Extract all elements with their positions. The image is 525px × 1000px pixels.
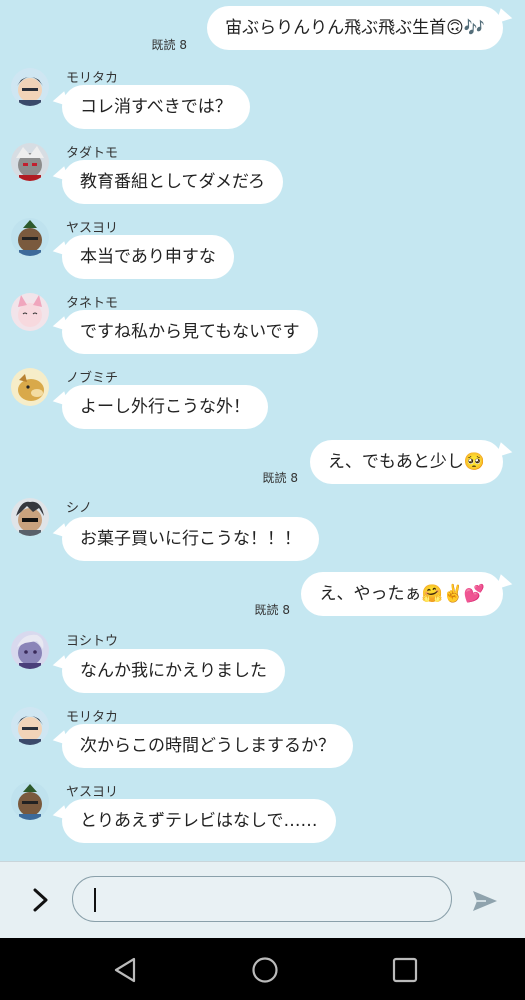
text-cursor xyxy=(94,888,96,912)
message-composer xyxy=(0,861,525,939)
sender-name: タダトモ xyxy=(66,146,119,161)
avatar[interactable] xyxy=(11,498,49,536)
system-navigation-bar xyxy=(0,938,525,1000)
message-text: ですね私から見てもないです xyxy=(80,322,300,342)
read-receipt: 既読 8 xyxy=(262,471,298,485)
sender-name: シノ xyxy=(66,501,93,516)
message-text: 教育番組としてダメだろ xyxy=(80,172,265,192)
message-bubble-incoming[interactable]: ですね私から見てもないです xyxy=(62,310,318,354)
message-bubble-outgoing[interactable]: え、でもあと少し🥺 xyxy=(309,440,503,484)
avatar[interactable] xyxy=(11,707,49,745)
message-text: とりあえずテレビはなしで…… xyxy=(80,811,318,831)
sender-name: タネトモ xyxy=(66,296,119,311)
avatar[interactable] xyxy=(11,218,49,256)
sender-name: ヨシトウ xyxy=(66,634,119,649)
message-bubble-incoming[interactable]: なんか我にかえりました xyxy=(62,649,285,693)
back-triangle-icon[interactable] xyxy=(112,956,140,984)
message-text: え、やったぁ🤗✌️💕 xyxy=(319,584,485,604)
avatar[interactable] xyxy=(11,631,49,669)
message-text: お菓子買いに行こうな！！！ xyxy=(80,529,301,549)
message-text: なんか我にかえりました xyxy=(80,661,267,681)
avatar[interactable] xyxy=(11,368,49,406)
message-bubble-incoming[interactable]: 次からこの時間どうしまするか？ xyxy=(62,724,353,768)
sender-name: ヤスヨリ xyxy=(66,785,119,800)
message-bubble-incoming[interactable]: とりあえずテレビはなしで…… xyxy=(62,799,336,843)
message-bubble-incoming[interactable]: コレ消すべきでは？ xyxy=(62,85,250,129)
sender-name: ノブミチ xyxy=(66,371,119,386)
recents-square-icon[interactable] xyxy=(391,956,419,984)
sender-name: モリタカ xyxy=(66,71,119,86)
home-circle-icon[interactable] xyxy=(251,956,279,984)
message-bubble-outgoing[interactable]: え、やったぁ🤗✌️💕 xyxy=(301,572,503,616)
message-text: 宙ぶらりんりん飛ぶ飛ぶ生首🙃🎶 xyxy=(225,18,485,38)
sender-name: ヤスヨリ xyxy=(66,221,119,236)
message-bubble-outgoing[interactable]: 宙ぶらりんりん飛ぶ飛ぶ生首🙃🎶 xyxy=(207,6,503,50)
message-bubble-incoming[interactable]: 本当であり申すな xyxy=(62,235,234,279)
message-text: 本当であり申すな xyxy=(80,247,216,267)
message-bubble-incoming[interactable]: お菓子買いに行こうな！！！ xyxy=(62,517,319,561)
message-text: え、でもあと少し🥺 xyxy=(327,452,485,472)
message-text: 次からこの時間どうしまするか？ xyxy=(80,736,335,756)
message-text: よーし外行こうな外！ xyxy=(80,397,250,417)
avatar[interactable] xyxy=(11,143,49,181)
avatar[interactable] xyxy=(11,293,49,331)
send-icon[interactable] xyxy=(470,886,500,916)
message-text: コレ消すべきでは？ xyxy=(80,97,232,117)
chevron-right-icon[interactable] xyxy=(28,886,54,914)
message-input[interactable] xyxy=(72,876,452,922)
chat-area[interactable]: 宙ぶらりんりん飛ぶ飛ぶ生首🙃🎶 既読 8 モリタカ コレ消すべきでは？ タダトモ… xyxy=(0,0,525,861)
read-receipt: 既読 8 xyxy=(151,38,187,52)
avatar[interactable] xyxy=(11,782,49,820)
read-receipt: 既読 8 xyxy=(254,603,290,617)
message-bubble-incoming[interactable]: よーし外行こうな外！ xyxy=(62,385,268,429)
sender-name: モリタカ xyxy=(66,710,119,725)
message-bubble-incoming[interactable]: 教育番組としてダメだろ xyxy=(62,160,283,204)
avatar[interactable] xyxy=(11,68,49,106)
